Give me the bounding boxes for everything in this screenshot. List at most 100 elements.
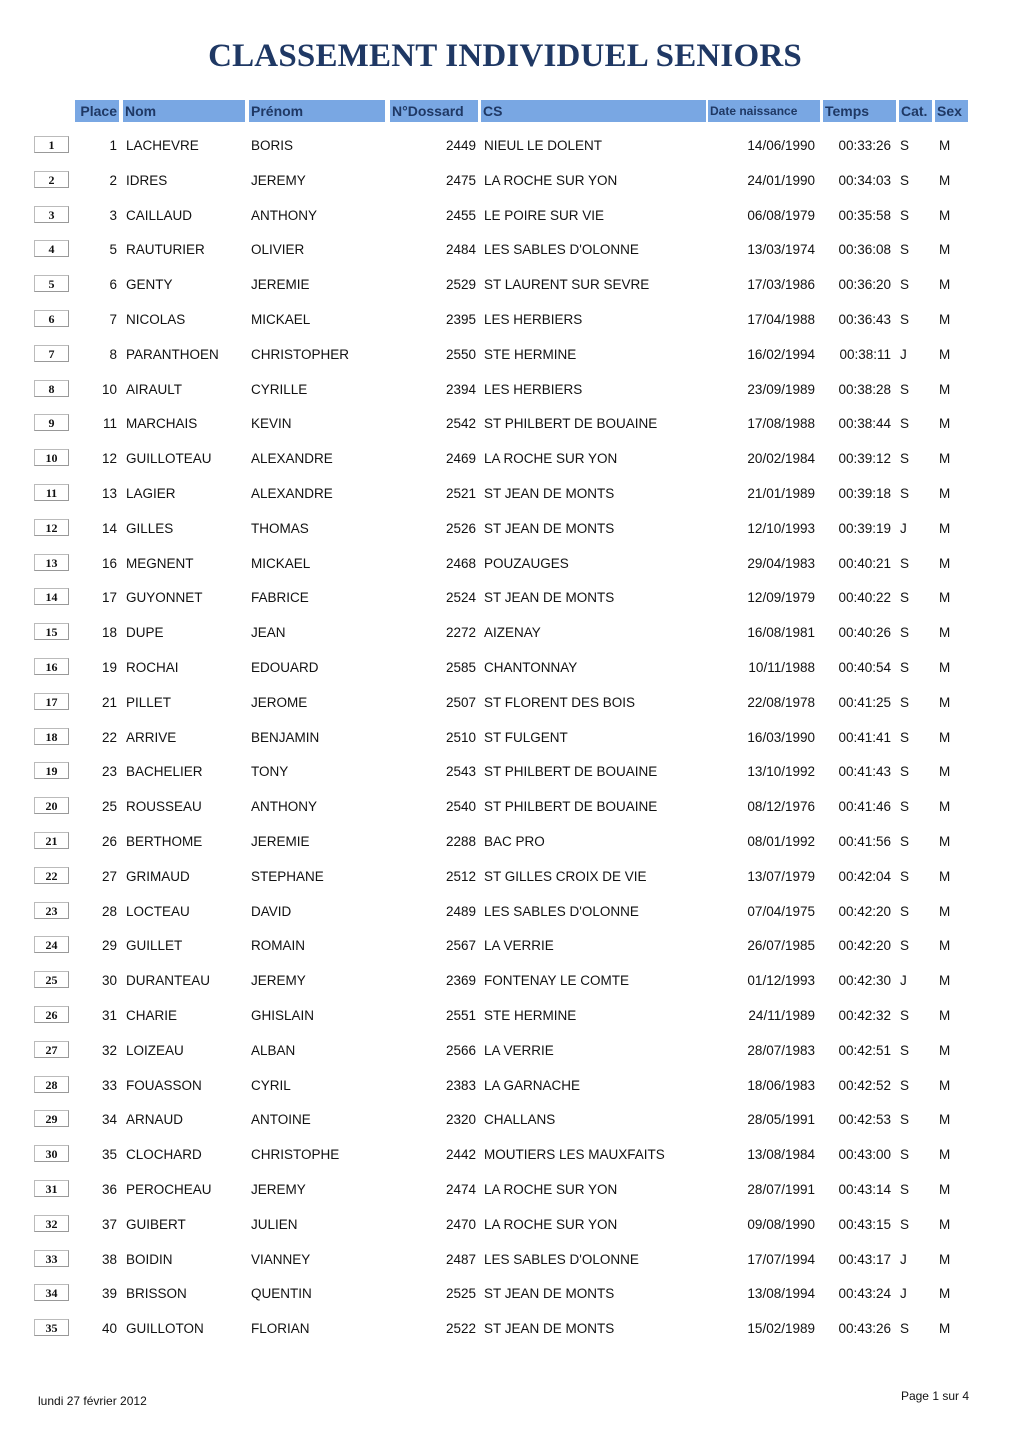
cell-rank-box: 18 <box>34 727 69 745</box>
cell-dossard: 2474 <box>445 1182 476 1197</box>
cell-date-naissance: 28/07/1991 <box>747 1182 815 1197</box>
cell-rank-box: 32 <box>34 1214 69 1232</box>
cell-cat: S <box>900 799 910 815</box>
table-row: 34 39 BRISSON QUENTIN 2525 ST JEAN DE MONTS 13… <box>0 1284 1020 1304</box>
cell-temps: 00:42:51 <box>838 1042 891 1058</box>
cell-cs: BAC PRO <box>484 834 545 849</box>
table-row: 22 27 GRIMAUD STEPHANE 2512 ST GILLES CROIX D… <box>0 866 1020 887</box>
cell-rank-box: 17 <box>34 692 69 710</box>
cell-cs: LES SABLES D'OLONNE <box>484 1251 639 1267</box>
cell-cs: STE HERMINE <box>484 346 577 362</box>
cell-dossard: 2395 <box>445 312 476 327</box>
cell-cat: J <box>900 1251 907 1267</box>
header-cs: CS <box>481 100 706 122</box>
cell-cat: S <box>900 1147 910 1163</box>
cell-cat: S <box>900 1182 910 1197</box>
cell-rank-box: 15 <box>34 623 69 641</box>
cell-sex: M <box>939 381 951 397</box>
cell-cs: LA VERRIE <box>484 1042 554 1058</box>
cell-temps: 00:38:11 <box>839 346 891 362</box>
cell-dossard: 2369 <box>445 973 476 989</box>
header-date-naissance: Date naissance <box>708 100 820 122</box>
table-row: 11 13 LAGIER ALEXANDRE 2521 ST JEAN DE MONTS 2… <box>0 484 1020 504</box>
cell-cs: CHANTONNAY <box>484 660 578 675</box>
cell-temps: 00:34:03 <box>838 172 891 188</box>
cell-dossard: 2521 <box>445 486 476 501</box>
cell-rank-box: 19 <box>34 762 69 780</box>
cell-nom: GUILLOTON <box>126 1321 204 1337</box>
cell-date-naissance: 13/10/1992 <box>747 764 815 780</box>
cell-date-naissance: 01/12/1993 <box>747 973 815 989</box>
cell-sex: M <box>939 1321 951 1337</box>
cell-nom: LOCTEAU <box>126 903 190 919</box>
cell-temps: 00:36:20 <box>838 277 891 293</box>
table-row: 35 40 GUILLOTON FLORIAN 2522 ST JEAN DE MONTS… <box>0 1319 1020 1339</box>
cell-place: 36 <box>101 1182 117 1197</box>
cell-sex: M <box>939 729 951 745</box>
cell-nom: PEROCHEAU <box>126 1182 212 1197</box>
cell-dossard: 2272 <box>445 625 476 641</box>
cell-dossard: 2525 <box>445 1286 476 1302</box>
cell-cs: ST PHILBERT DE BOUAINE <box>484 764 658 780</box>
cell-cs: LES SABLES D'OLONNE <box>484 903 639 919</box>
cell-cat: S <box>900 938 910 954</box>
cell-nom: NICOLAS <box>126 312 186 327</box>
cell-temps: 00:40:26 <box>838 625 891 641</box>
cell-prenom: MICKAEL <box>251 555 311 571</box>
cell-rank-box: 31 <box>34 1180 69 1197</box>
table-row: 10 12 GUILLOTEAU ALEXANDRE 2469 LA ROCHE SUR … <box>0 449 1020 469</box>
cell-rank-box: 34 <box>34 1284 69 1302</box>
table-row: 4 5 RAUTURIER OLIVIER 2484 LES SABLES D'OLONN… <box>0 240 1020 260</box>
cell-nom: ARNAUD <box>126 1112 184 1128</box>
header-sex: Sex <box>935 100 968 122</box>
cell-nom: GUILLET <box>126 938 183 954</box>
cell-dossard: 2487 <box>445 1251 476 1267</box>
cell-rank-box: 23 <box>34 901 69 919</box>
cell-place: 12 <box>101 451 117 467</box>
table-row: 28 33 FOUASSON CYRIL 2383 LA GARNACHE 18/06/19… <box>0 1075 1020 1096</box>
cell-date-naissance: 16/03/1990 <box>747 729 815 745</box>
cell-date-naissance: 08/12/1976 <box>747 799 815 815</box>
cell-place: 5 <box>109 242 117 258</box>
cell-prenom: CYRILLE <box>251 381 308 397</box>
table-row: 5 6 GENTY JEREMIE 2529 ST LAURENT SUR SEVRE 17… <box>0 275 1020 295</box>
cell-sex: M <box>939 1147 951 1163</box>
cell-prenom: BENJAMIN <box>251 729 320 745</box>
cell-sex: M <box>939 1182 951 1197</box>
cell-nom: ROCHAI <box>126 660 179 675</box>
cell-date-naissance: 28/07/1983 <box>747 1042 815 1058</box>
cell-prenom: JEROME <box>251 694 308 710</box>
table-row: 25 30 DURANTEAU JEREMY 2369 FONTENAY LE COMTE… <box>0 971 1020 991</box>
page-title: CLASSEMENT INDIVIDUEL SENIORS <box>208 38 802 74</box>
cell-cs: LA VERRIE <box>484 938 554 954</box>
cell-prenom: JEREMY <box>251 1182 306 1197</box>
cell-cat: S <box>900 834 910 849</box>
cell-rank-box: 9 <box>34 414 69 432</box>
cell-rank-box: 26 <box>34 1006 69 1023</box>
table-row: 12 14 GILLES THOMAS 2526 ST JEAN DE MONTS 12/1… <box>0 518 1020 539</box>
cell-date-naissance: 17/08/1988 <box>747 416 815 432</box>
cell-temps: 00:43:14 <box>838 1182 891 1197</box>
cell-nom: AIRAULT <box>126 381 183 397</box>
cell-prenom: KEVIN <box>251 416 292 432</box>
cell-temps: 00:35:58 <box>838 207 891 223</box>
cell-cat: S <box>900 138 910 153</box>
cell-dossard: 2550 <box>445 346 476 362</box>
table-row: 33 38 BOIDIN VIANNEY 2487 LES SABLES D'OLONNE… <box>0 1249 1020 1270</box>
cell-cs: MOUTIERS LES MAUXFAITS <box>484 1147 665 1163</box>
cell-nom: DUPE <box>126 625 164 641</box>
cell-date-naissance: 17/03/1986 <box>747 277 815 293</box>
cell-nom: RAUTURIER <box>126 242 205 258</box>
cell-sex: M <box>939 138 951 153</box>
cell-temps: 00:36:08 <box>838 242 891 258</box>
cell-date-naissance: 06/08/1979 <box>747 207 815 223</box>
table-row: 14 17 GUYONNET FABRICE 2524 ST JEAN DE MONTS 1… <box>0 588 1020 608</box>
cell-nom: LACHEVRE <box>126 138 199 153</box>
cell-cs: CHALLANS <box>484 1112 556 1128</box>
cell-prenom: ANTHONY <box>251 799 318 815</box>
cell-cat: S <box>900 764 910 780</box>
cell-date-naissance: 10/11/1988 <box>748 660 815 675</box>
header-place: Place <box>75 100 119 122</box>
cell-date-naissance: 14/06/1990 <box>747 138 815 153</box>
cell-date-naissance: 18/06/1983 <box>747 1077 815 1093</box>
